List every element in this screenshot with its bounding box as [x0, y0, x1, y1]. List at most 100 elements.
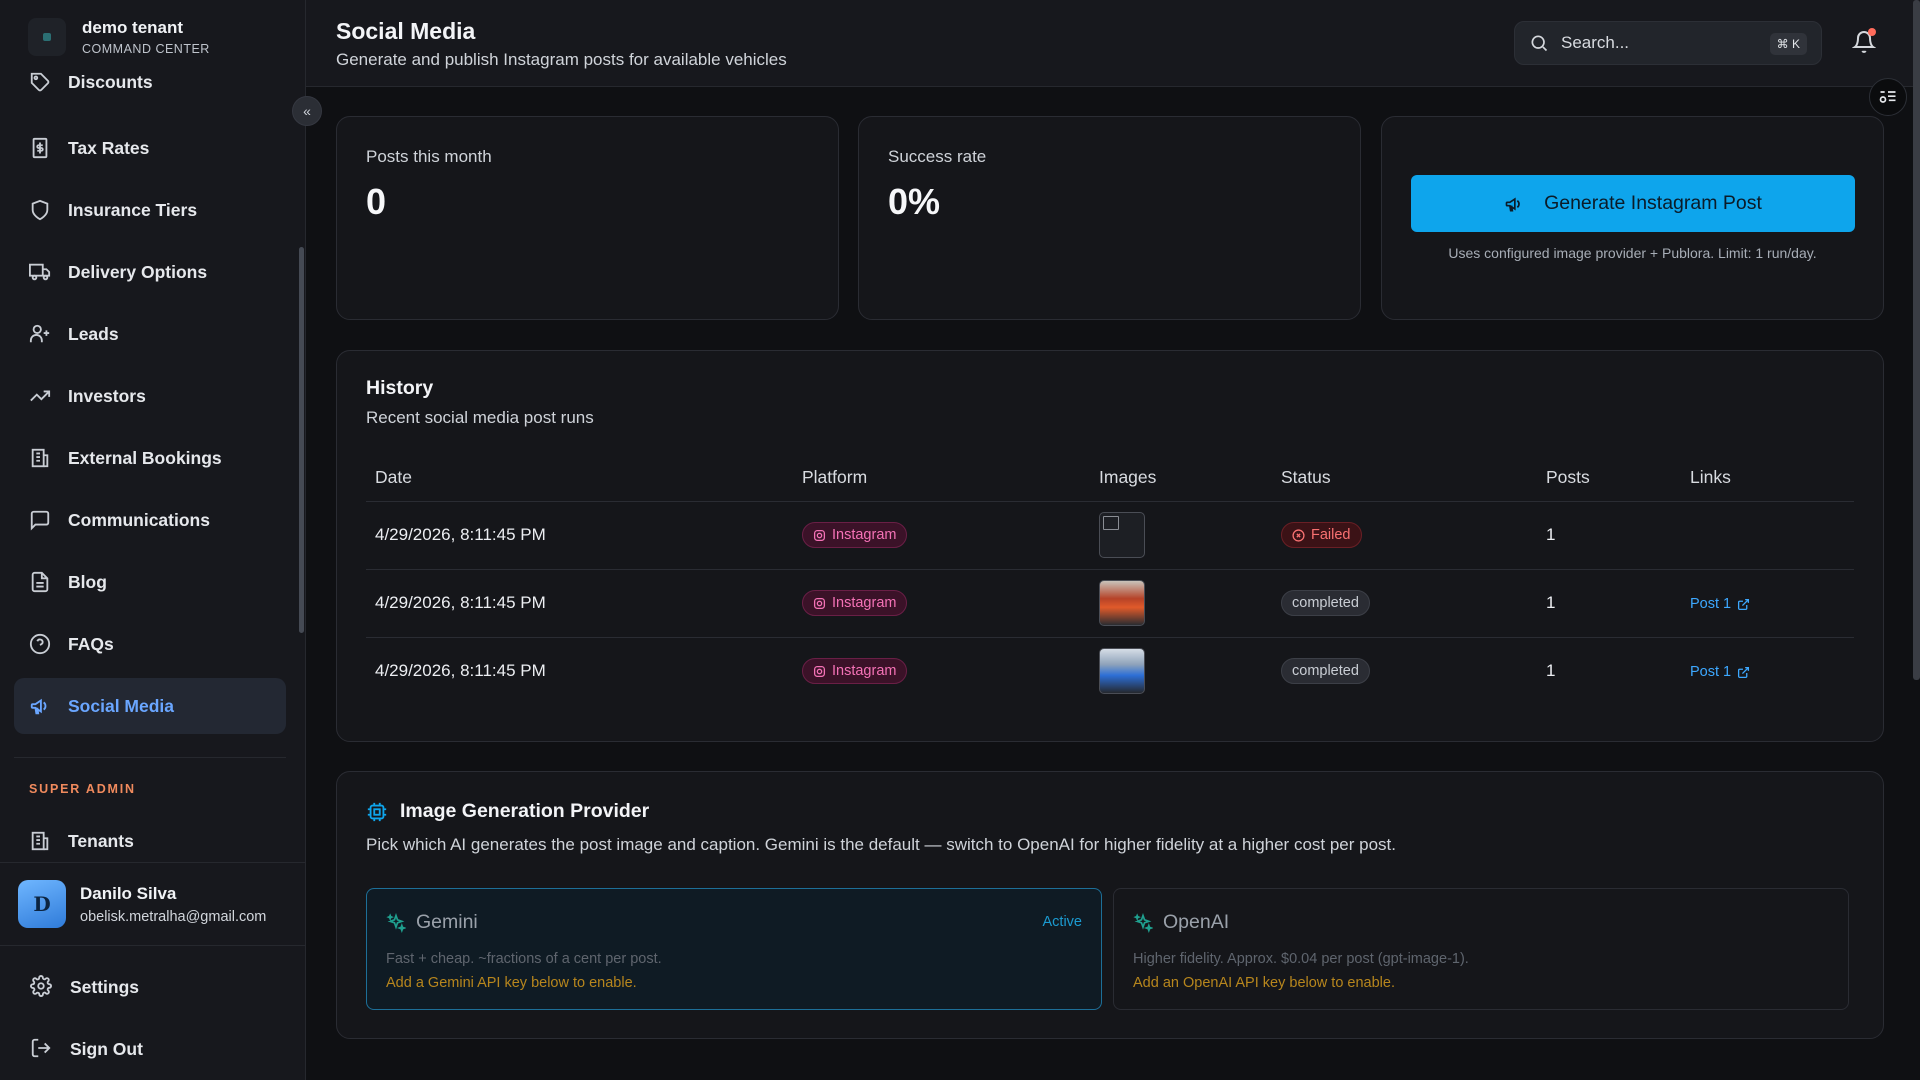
building-icon: [28, 446, 52, 470]
sidebar-item-leads[interactable]: Leads: [14, 306, 286, 362]
top-header: Social Media Generate and publish Instag…: [306, 0, 1920, 87]
cell-posts: 1: [1537, 501, 1681, 570]
shield-icon: [28, 198, 52, 222]
sidebar-item-tenants[interactable]: Tenants: [14, 813, 286, 869]
sidebar-item-label: FAQs: [68, 633, 114, 654]
car-image-thumbnail[interactable]: [1099, 580, 1145, 626]
stat-value: 0: [366, 181, 387, 222]
search-icon: [1529, 33, 1549, 53]
provider-warning: Add an OpenAI API key below to enable.: [1133, 975, 1395, 991]
cell-platform: Instagram: [793, 637, 1090, 705]
page-title: Social Media: [336, 18, 476, 44]
sidebar-item-label: Leads: [68, 323, 119, 344]
provider-option-openai[interactable]: OpenAI Higher fidelity. Approx. $0.04 pe…: [1113, 888, 1849, 1010]
provider-option-gemini[interactable]: Gemini Active Fast + cheap. ~fractions o…: [366, 888, 1102, 1010]
user-name: Danilo Silva: [80, 883, 177, 903]
provider-title-label: Image Generation Provider: [400, 800, 650, 822]
external-link-icon: [1737, 598, 1750, 611]
avatar: D: [18, 880, 66, 928]
user-plus-icon: [28, 322, 52, 346]
cell-status: completed: [1272, 569, 1537, 638]
sidebar-item-social-media[interactable]: Social Media: [14, 678, 286, 734]
stat-card-success-rate: Success rate 0%: [858, 116, 1361, 320]
building-icon: [28, 829, 52, 853]
provider-title: Image Generation Provider: [366, 800, 649, 823]
user-profile[interactable]: D Danilo Silva obelisk.metralha@gmail.co…: [0, 862, 306, 946]
sparkles-icon: [386, 912, 406, 933]
sidebar-item-blog[interactable]: Blog: [14, 554, 286, 610]
stat-label: Success rate: [888, 147, 987, 166]
post-link[interactable]: Post 1: [1690, 596, 1750, 612]
page-scrollbar[interactable]: [1913, 0, 1920, 680]
generate-note: Uses configured image provider + Publora…: [1448, 245, 1817, 261]
settings-link[interactable]: Settings: [30, 975, 139, 999]
brand-name: demo tenant: [82, 18, 184, 37]
sidebar-item-discounts[interactable]: Discounts: [14, 60, 286, 104]
cell-platform: Instagram: [793, 569, 1090, 638]
stat-value: 0%: [888, 181, 941, 222]
provider-name: OpenAI: [1133, 911, 1229, 934]
chevrons-left-icon: «: [303, 103, 311, 119]
sidebar-item-faqs[interactable]: FAQs: [14, 616, 286, 672]
sidebar-item-investors[interactable]: Investors: [14, 368, 286, 424]
sparkles-icon: [1133, 912, 1153, 933]
cell-date: 4/29/2026, 8:11:45 PM: [366, 501, 793, 570]
broken-image-thumbnail[interactable]: [1099, 512, 1145, 558]
post-link-label: Post 1: [1690, 664, 1732, 681]
post-link-label: Post 1: [1690, 596, 1732, 612]
page-subtitle: Generate and publish Instagram posts for…: [336, 50, 787, 69]
sidebar-item-label: Insurance Tiers: [68, 199, 198, 220]
sign-out-link[interactable]: Sign Out: [30, 1037, 143, 1061]
cell-date: 4/29/2026, 8:11:45 PM: [366, 569, 793, 638]
generate-instagram-post-button[interactable]: Generate Instagram Post: [1411, 175, 1855, 232]
search-box[interactable]: ⌘ K: [1514, 21, 1822, 65]
column-header-images: Images: [1090, 455, 1272, 502]
table-row: 4/29/2026, 8:11:45 PM Instagram complete…: [366, 637, 1854, 705]
sidebar-item-label: Tenants: [68, 830, 134, 851]
post-link[interactable]: Post 1: [1690, 664, 1750, 680]
external-link-icon: [1737, 666, 1750, 679]
car-image-thumbnail[interactable]: [1099, 648, 1145, 695]
table-row: 4/29/2026, 8:11:45 PM Instagram complete…: [366, 569, 1854, 638]
sidebar-item-label: External Bookings: [68, 447, 222, 468]
filter-list-button[interactable]: [1869, 78, 1907, 116]
sidebar-item-communications[interactable]: Communications: [14, 492, 286, 548]
instagram-icon: [813, 665, 826, 678]
column-header-status: Status: [1272, 455, 1537, 502]
sidebar-item-label: Delivery Options: [68, 261, 208, 282]
receipt-icon: [28, 136, 52, 160]
provider-description: Fast + cheap. ~fractions of a cent per p…: [386, 951, 662, 967]
cell-platform: Instagram: [793, 501, 1090, 570]
sidebar: demo tenant COMMAND CENTER Discounts Tax…: [0, 0, 306, 1080]
cell-images: [1090, 569, 1272, 638]
sidebar-item-tax-rates[interactable]: Tax Rates: [14, 120, 286, 176]
list-filter-icon: [1878, 87, 1898, 107]
search-shortcut-badge: ⌘ K: [1769, 33, 1807, 55]
sidebar-item-delivery-options[interactable]: Delivery Options: [14, 244, 286, 300]
notification-dot: [1868, 28, 1876, 36]
collapse-sidebar-button[interactable]: «: [292, 96, 322, 126]
sidebar-item-insurance-tiers[interactable]: Insurance Tiers: [14, 182, 286, 238]
provider-name-label: OpenAI: [1163, 911, 1230, 933]
sidebar-scrollbar[interactable]: [299, 247, 304, 633]
history-subtitle: Recent social media post runs: [366, 408, 594, 427]
status-label: Failed: [1311, 527, 1351, 543]
cell-links: Post 1: [1681, 637, 1854, 705]
search-input[interactable]: [1561, 33, 1761, 53]
sidebar-item-external-bookings[interactable]: External Bookings: [14, 430, 286, 486]
instagram-icon: [813, 529, 826, 542]
sidebar-item-label: Blog: [68, 571, 107, 592]
column-header-posts: Posts: [1537, 455, 1681, 502]
provider-warning: Add a Gemini API key below to enable.: [386, 975, 637, 991]
provider-status-badge: Active: [1042, 914, 1083, 930]
provider-subtitle: Pick which AI generates the post image a…: [366, 835, 1396, 854]
message-square-icon: [28, 508, 52, 532]
history-card: History Recent social media post runs Da…: [336, 350, 1884, 742]
provider-description: Higher fidelity. Approx. $0.04 per post …: [1133, 951, 1469, 967]
megaphone-icon: [28, 694, 52, 718]
file-text-icon: [28, 570, 52, 594]
brand[interactable]: demo tenant COMMAND CENTER: [28, 18, 210, 56]
platform-badge-label: Instagram: [832, 663, 897, 680]
column-header-date: Date: [366, 455, 793, 502]
settings-label: Settings: [70, 976, 140, 997]
